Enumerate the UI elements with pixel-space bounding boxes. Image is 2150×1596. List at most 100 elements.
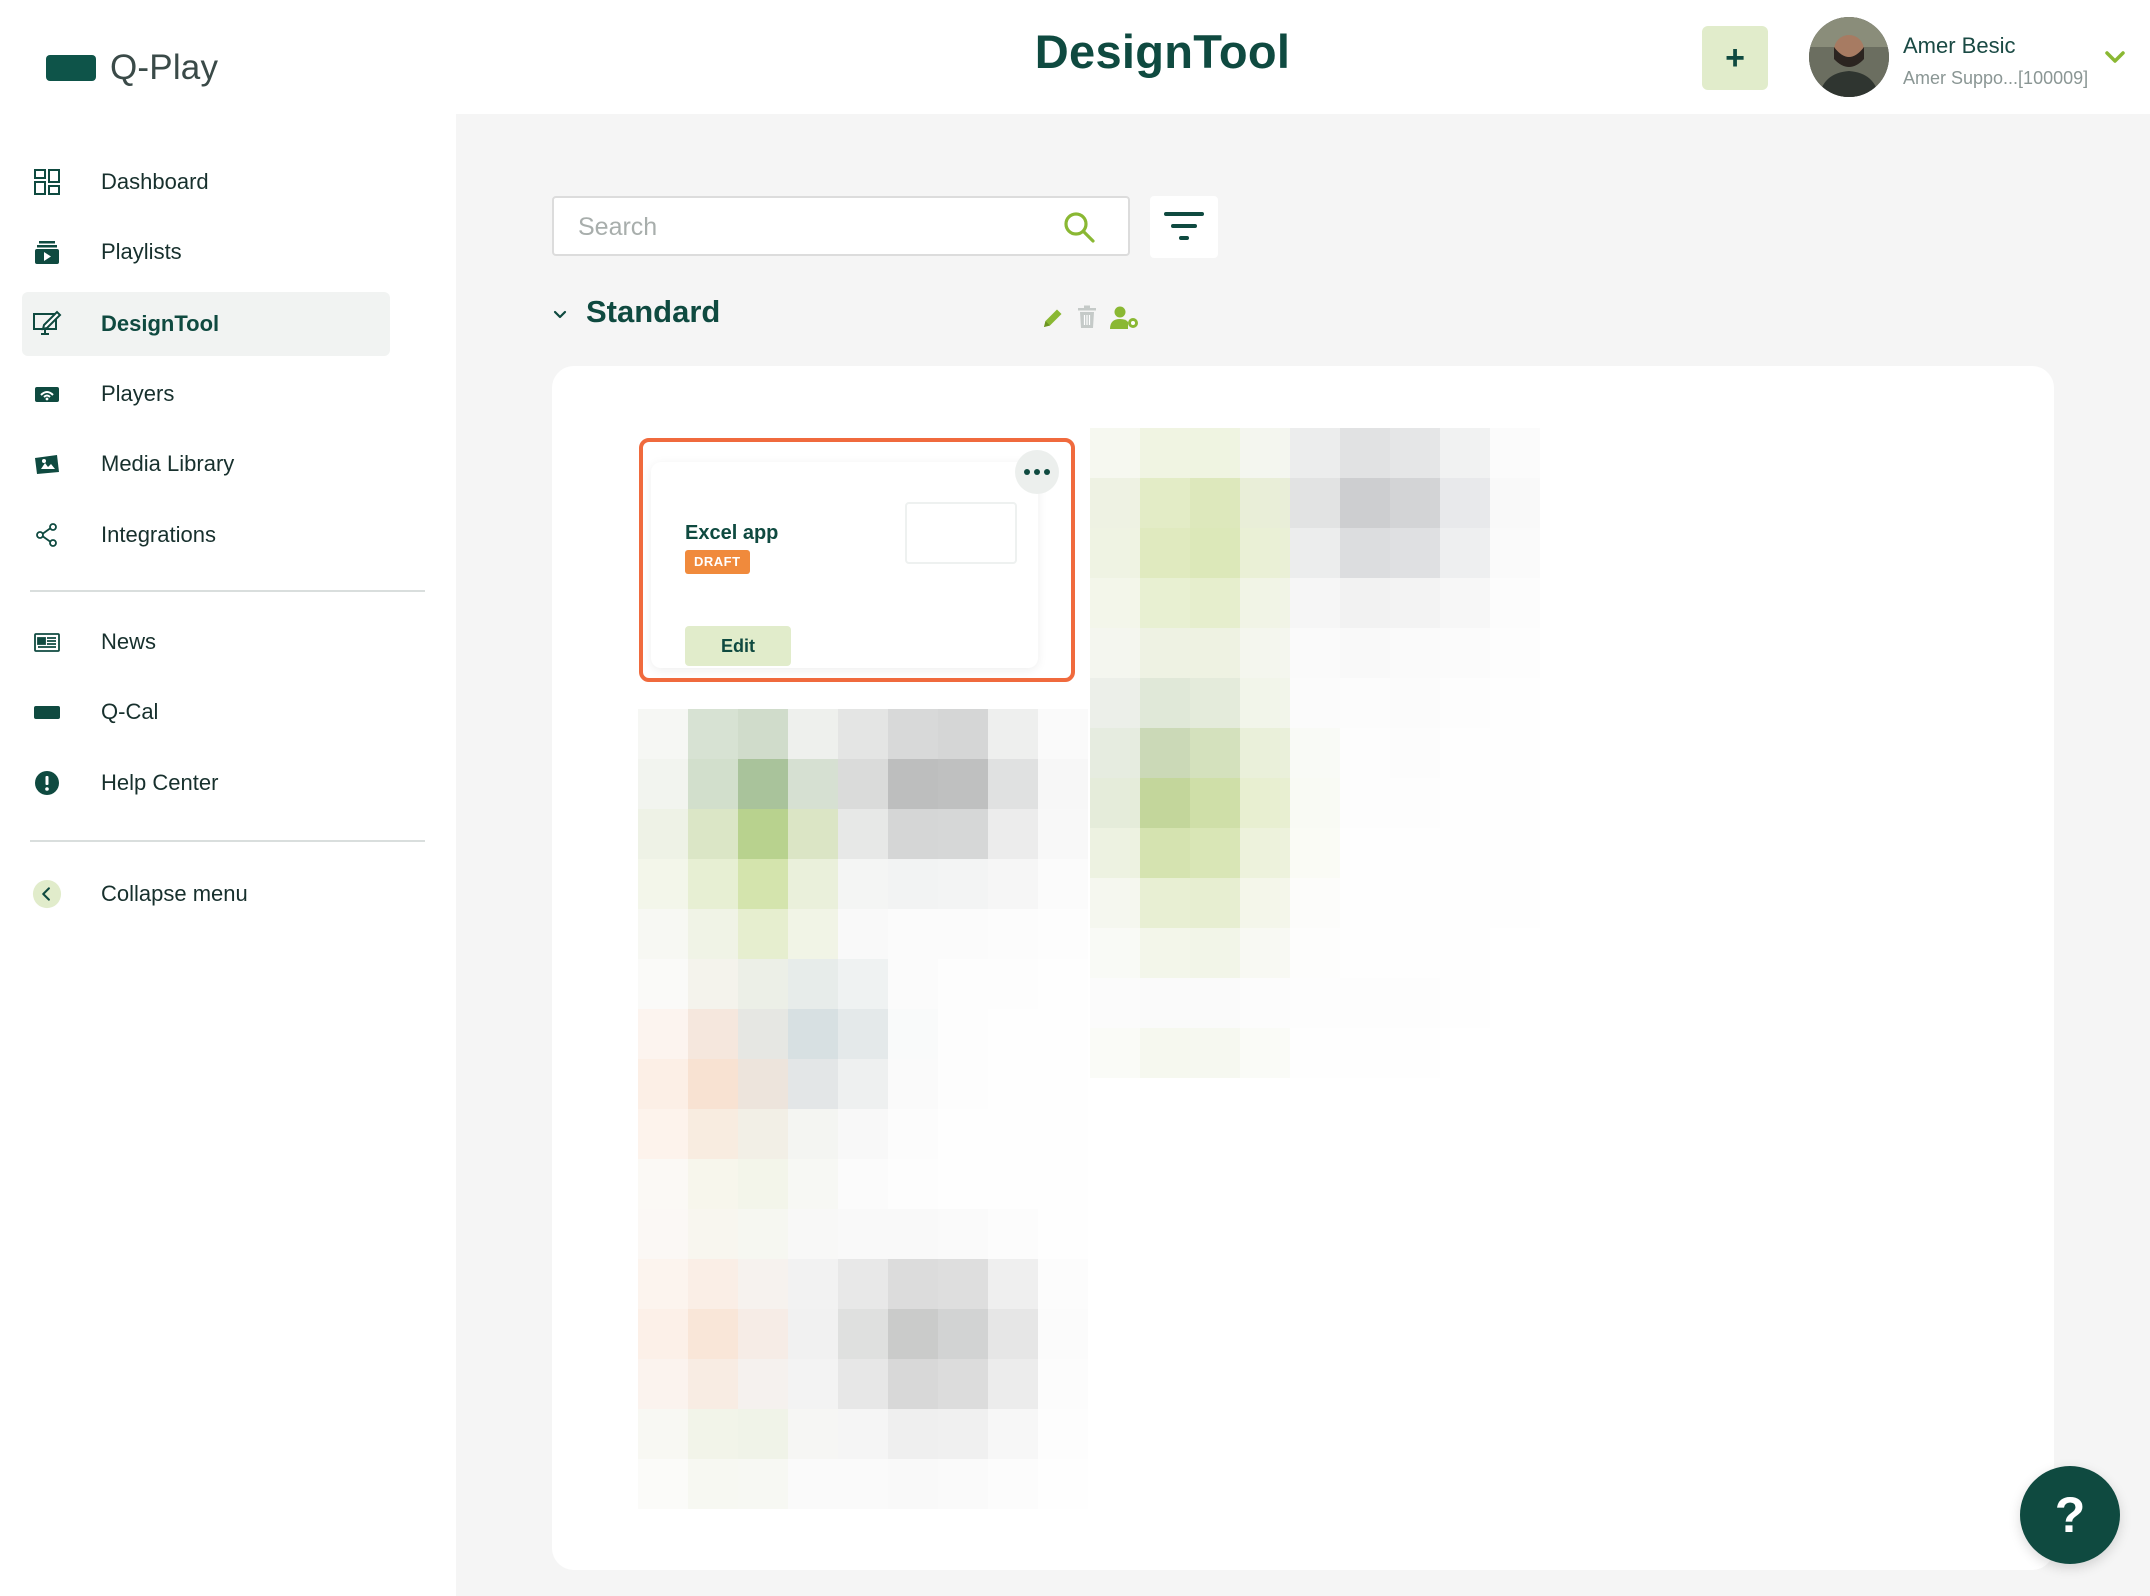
sidebar-item-playlists[interactable]: Playlists — [22, 220, 390, 284]
design-name: Excel app — [685, 522, 779, 544]
chevron-left-icon — [32, 879, 62, 909]
sidebar-item-help-center[interactable]: Help Center — [22, 751, 390, 815]
user-name[interactable]: Amer Besic — [1903, 33, 2015, 59]
tile-pixel — [988, 1159, 1038, 1209]
tile-pixel — [1490, 578, 1540, 628]
tile-pixel — [1090, 878, 1140, 928]
tile-pixel — [1190, 478, 1240, 528]
sidebar-item-integrations[interactable]: Integrations — [22, 503, 390, 567]
tile-pixel — [1038, 1159, 1088, 1209]
tile-pixel — [1490, 878, 1540, 928]
tile-pixel — [1340, 628, 1390, 678]
sidebar-item-news[interactable]: News — [22, 610, 390, 674]
tile-pixel — [1140, 628, 1190, 678]
tile-pixel — [1340, 928, 1390, 978]
sidebar-item-qcal[interactable]: Q-Cal — [22, 680, 390, 744]
tile-pixel — [1390, 628, 1440, 678]
tile-pixel — [788, 809, 838, 859]
tile-pixel — [1038, 1209, 1088, 1259]
tile-pixel — [1290, 828, 1340, 878]
chevron-down-icon[interactable] — [552, 307, 568, 323]
chevron-down-icon[interactable] — [2104, 46, 2126, 68]
tile-pixel — [688, 1309, 738, 1359]
tile-pixel — [1490, 528, 1540, 578]
tile-pixel — [688, 1259, 738, 1309]
tile-pixel — [1390, 1028, 1440, 1078]
designs-panel: Excel app DRAFT Edit — [552, 366, 2054, 1570]
tile-pixel — [738, 809, 788, 859]
design-card-body: Excel app DRAFT Edit — [651, 462, 1038, 668]
design-card[interactable]: Excel app DRAFT Edit — [639, 438, 1075, 682]
trash-icon[interactable] — [1076, 305, 1098, 329]
tile-pixel — [1038, 859, 1088, 909]
tile-pixel — [938, 1109, 988, 1159]
tile-pixel — [938, 709, 988, 759]
user-settings-icon[interactable] — [1110, 305, 1140, 331]
tile-pixel — [688, 1409, 738, 1459]
tile-pixel — [1340, 578, 1390, 628]
sidebar-item-players[interactable]: Players — [22, 362, 390, 426]
tile-pixel — [788, 859, 838, 909]
tile-pixel — [1140, 778, 1190, 828]
tile-pixel — [638, 1009, 688, 1059]
tile-pixel — [738, 759, 788, 809]
edit-button[interactable]: Edit — [685, 626, 791, 666]
sidebar-item-media-library[interactable]: Media Library — [22, 432, 390, 496]
tile-pixel — [1038, 1459, 1088, 1509]
tile-pixel — [1490, 778, 1540, 828]
tile-pixel — [1490, 928, 1540, 978]
tile-pixel — [1490, 828, 1540, 878]
filter-button[interactable] — [1150, 196, 1218, 258]
tile-pixel — [1240, 1028, 1290, 1078]
search-input[interactable] — [578, 208, 1038, 246]
pencil-icon[interactable] — [1040, 305, 1066, 331]
tile-pixel — [638, 1209, 688, 1259]
tile-pixel — [1140, 1028, 1190, 1078]
tile-pixel — [788, 759, 838, 809]
group-title[interactable]: Standard — [586, 294, 720, 330]
tile-pixel — [1140, 578, 1190, 628]
tile-pixel — [838, 909, 888, 959]
add-button[interactable]: + — [1702, 26, 1768, 90]
tile-pixel — [1090, 678, 1140, 728]
more-options-icon[interactable] — [1015, 450, 1059, 494]
tile-pixel — [838, 1259, 888, 1309]
tile-pixel — [688, 1109, 738, 1159]
tile-pixel — [638, 1059, 688, 1109]
tile-pixel — [1440, 778, 1490, 828]
tile-pixel — [938, 1009, 988, 1059]
collapse-menu-button[interactable]: Collapse menu — [22, 862, 390, 926]
tile-pixel — [938, 1459, 988, 1509]
tile-pixel — [1090, 628, 1140, 678]
tile-pixel — [1290, 678, 1340, 728]
playlist-icon — [32, 237, 62, 267]
avatar[interactable] — [1809, 17, 1889, 97]
tile-pixel — [1290, 428, 1340, 478]
tile-pixel — [1190, 878, 1240, 928]
tile-pixel — [1340, 478, 1390, 528]
sidebar-item-dashboard[interactable]: Dashboard — [22, 150, 390, 214]
tile-pixel — [888, 1159, 938, 1209]
sidebar-divider — [30, 840, 425, 842]
help-button[interactable]: ? — [2020, 1466, 2120, 1564]
tile-pixel — [838, 1009, 888, 1059]
sidebar-item-designtool[interactable]: DesignTool — [22, 292, 390, 356]
search-icon[interactable] — [1062, 210, 1096, 244]
search-box[interactable] — [552, 196, 1130, 256]
tile-pixel — [1390, 778, 1440, 828]
tile-pixel — [738, 1059, 788, 1109]
tile-pixel — [788, 1209, 838, 1259]
tile-pixel — [1390, 678, 1440, 728]
tile-pixel — [1038, 1309, 1088, 1359]
tile-pixel — [788, 1009, 838, 1059]
tile-pixel — [1340, 978, 1390, 1028]
tile-pixel — [1340, 778, 1390, 828]
tile-pixel — [738, 859, 788, 909]
tile-pixel — [788, 1359, 838, 1409]
tile-pixel — [988, 909, 1038, 959]
tile-pixel — [1190, 528, 1240, 578]
sidebar-item-label: Integrations — [101, 522, 216, 547]
tile-pixel — [1290, 578, 1340, 628]
tile-pixel — [1090, 528, 1140, 578]
tile-pixel — [1440, 478, 1490, 528]
